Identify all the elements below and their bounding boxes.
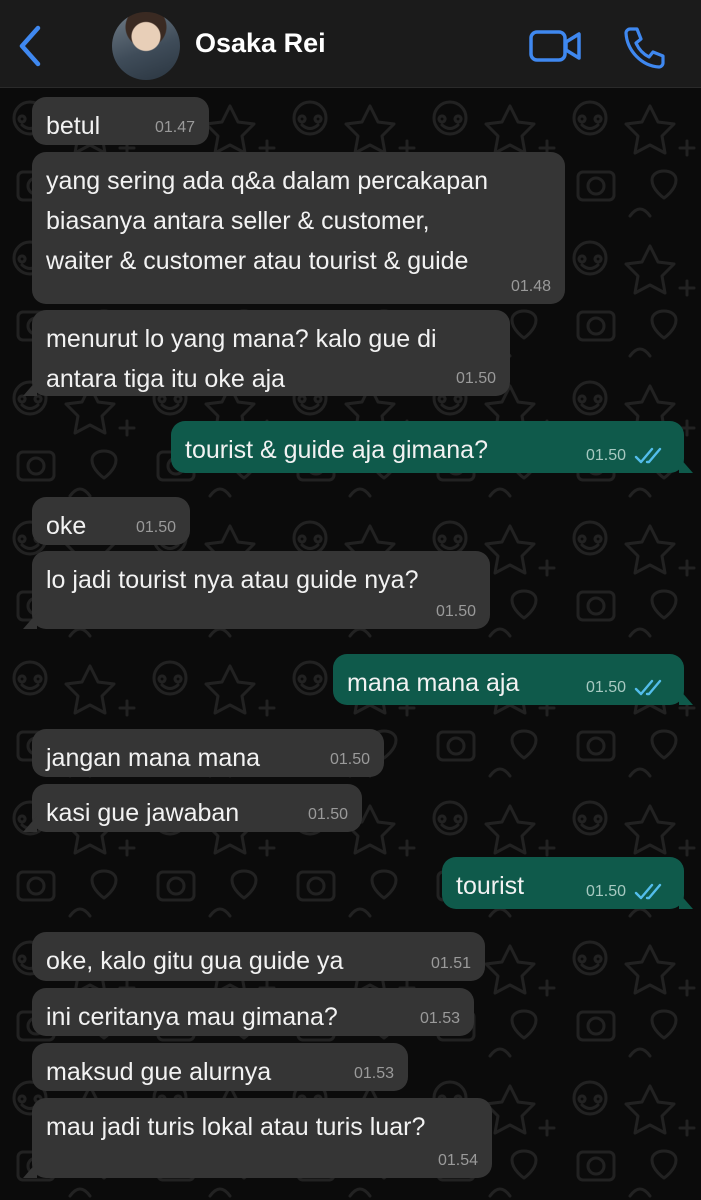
double-check-icon <box>634 679 662 696</box>
message-text: menurut lo yang mana? kalo gue di antara… <box>46 325 437 393</box>
bubble-tail <box>23 1162 37 1178</box>
message-timestamp: 01.50 <box>585 883 626 900</box>
bubble-tail <box>23 816 37 832</box>
chat-header: Osaka Rei <box>0 0 701 88</box>
message-bubble-incoming[interactable]: yang sering ada q&a dalam percakapan bia… <box>32 152 565 304</box>
chat-area[interactable]: betul 01.47 yang sering ada q&a dalam pe… <box>0 88 701 1200</box>
message-timestamp: 01.54 <box>437 1152 478 1169</box>
message-bubble-incoming[interactable]: ini ceritanya mau gimana? 01.53 <box>32 988 474 1036</box>
bubble-tail <box>23 613 37 629</box>
message-timestamp: 01.50 <box>135 519 176 536</box>
message-bubble-incoming[interactable]: jangan mana mana 01.50 <box>32 729 384 777</box>
message-timestamp: 01.51 <box>430 955 471 972</box>
message-bubble-incoming[interactable]: lo jadi tourist nya atau guide nya? 01.5… <box>23 551 490 629</box>
message-bubble-incoming[interactable]: oke 01.50 <box>32 497 190 545</box>
video-call-button[interactable] <box>528 26 584 66</box>
bubble-tail <box>23 380 37 396</box>
message-timestamp: 01.50 <box>455 370 496 387</box>
message-bubble-outgoing[interactable]: tourist & guide aja gimana? 01.50 <box>171 421 693 473</box>
video-camera-icon <box>529 30 581 62</box>
message-text: oke, kalo gitu gua guide ya <box>46 947 344 975</box>
message-timestamp: 01.48 <box>510 278 551 295</box>
voice-call-button[interactable] <box>620 24 668 70</box>
message-text: lo jadi tourist nya atau guide nya? <box>46 566 419 594</box>
avatar[interactable] <box>112 12 180 80</box>
message-timestamp: 01.50 <box>585 679 626 696</box>
back-button[interactable] <box>12 22 48 70</box>
message-timestamp: 01.50 <box>585 447 626 464</box>
message-bubble-incoming[interactable]: kasi gue jawaban 01.50 <box>23 784 362 832</box>
message-bubble-incoming[interactable]: menurut lo yang mana? kalo gue di antara… <box>23 310 510 396</box>
message-timestamp: 01.53 <box>419 1010 460 1027</box>
bubble-tail <box>679 689 693 705</box>
double-check-icon <box>634 883 662 900</box>
message-timestamp: 01.50 <box>307 806 348 823</box>
message-timestamp: 01.50 <box>435 603 476 620</box>
message-text: mau jadi turis lokal atau turis luar? <box>46 1113 426 1141</box>
message-bubble-incoming[interactable]: mau jadi turis lokal atau turis luar? 01… <box>23 1098 492 1178</box>
message-bubble-outgoing[interactable]: mana mana aja 01.50 <box>333 654 693 705</box>
message-text: kasi gue jawaban <box>46 799 240 827</box>
message-text: ini ceritanya mau gimana? <box>46 1003 338 1031</box>
phone-icon <box>624 27 665 69</box>
message-timestamp: 01.53 <box>353 1065 394 1082</box>
message-bubble-incoming[interactable]: betul 01.47 <box>32 97 209 145</box>
message-timestamp: 01.47 <box>154 119 195 136</box>
double-check-icon <box>634 447 662 464</box>
bubble-tail <box>679 893 693 909</box>
chevron-left-icon <box>19 25 41 67</box>
message-bubble-outgoing[interactable]: tourist 01.50 <box>442 857 693 909</box>
message-text: yang sering ada q&a dalam percakapan bia… <box>46 167 488 275</box>
bubble-tail <box>679 457 693 473</box>
message-text: jangan mana mana <box>46 744 261 772</box>
message-timestamp: 01.50 <box>329 751 370 768</box>
contact-name[interactable]: Osaka Rei <box>195 28 326 59</box>
message-bubble-incoming[interactable]: oke, kalo gitu gua guide ya 01.51 <box>32 932 485 981</box>
message-text: maksud gue alurnya <box>46 1058 272 1086</box>
message-bubble-incoming[interactable]: maksud gue alurnya 01.53 <box>32 1043 408 1091</box>
